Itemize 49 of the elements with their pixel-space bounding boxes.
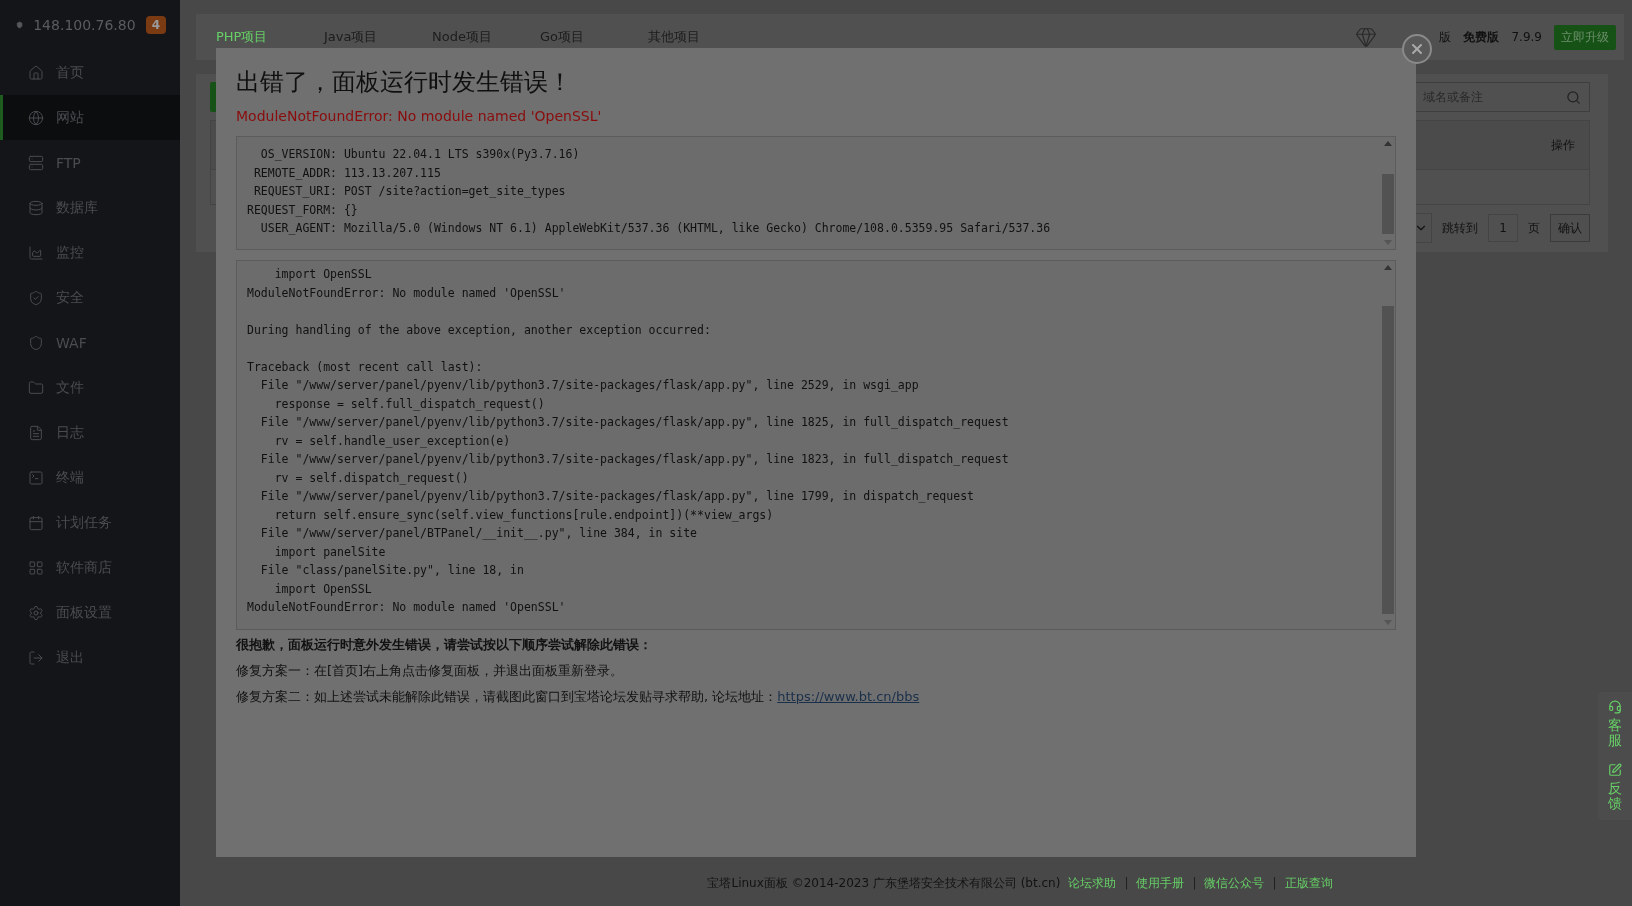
- link-separator: |: [1272, 876, 1277, 890]
- version-label: 7.9.9: [1511, 30, 1542, 44]
- log-line: File "/www/server/panel/pyenv/lib/python3.7/site-packages/flask/app.py", line 1825, in full_dispatch_request: [259, 414, 1010, 431]
- footer-link[interactable]: 使用手册: [1136, 874, 1185, 892]
- float-button[interactable]: 反馈: [1608, 762, 1622, 812]
- log-line: File "/www/server/panel/pyenv/lib/python3.7/site-packages/flask/app.py", line 1799, in dispatch_request: [259, 488, 975, 505]
- link-separator: |: [1124, 876, 1129, 890]
- edition-label: 免费版: [1463, 28, 1500, 46]
- link-separator: |: [1192, 876, 1197, 890]
- nav-item[interactable]: FTP: [0, 140, 180, 185]
- log-line: USER_AGENT: Mozilla/5.0 (Windows NT 6.1) AppleWebKit/537.36 (KHTML, like Gecko) Chrome/108.0.5359.95 Safari/537.36: [259, 220, 1052, 237]
- float-button[interactable]: 客服: [1608, 700, 1622, 749]
- log-line: OS_VERSION: Ubuntu 22.04.1 LTS s390x(Py3.7.16): [259, 146, 581, 163]
- log-line: import OpenSSL: [273, 266, 373, 283]
- nav-item[interactable]: 网站: [0, 95, 180, 140]
- log-line: return self.ensure_sync(self.view_functions[rule.endpoint])(**view_args): [273, 506, 775, 524]
- footer-link[interactable]: 微信公众号: [1204, 874, 1265, 892]
- forum-link[interactable]: https://www.bt.cn/bbs: [777, 689, 920, 704]
- server-address: 148.100.76.80: [33, 17, 136, 33]
- help-heading: 很抱歉，面板运行时意外发生错误，请尝试按以下顺序尝试解除此错误：: [236, 636, 653, 654]
- log-line: import panelSite: [273, 543, 387, 561]
- log-line: rv = self.handle_user_exception(e): [273, 432, 512, 450]
- log-line: File "/www/server/panel/pyenv/lib/python3.7/site-packages/flask/app.py", line 2529, in wsgi_app: [259, 377, 920, 394]
- notification-badge[interactable]: 4: [145, 16, 166, 34]
- page-unit: 页: [1528, 219, 1540, 237]
- footer-link[interactable]: 正版查询: [1284, 874, 1333, 892]
- log-line: REQUEST_FORM: {}: [247, 201, 359, 219]
- log-line: File "class/panelSite.py", line 18, in: [259, 562, 525, 579]
- upgrade-button[interactable]: 立即升级: [1554, 24, 1616, 50]
- error-message: ModuleNotFoundError: No module named 'OpenSSL': [236, 108, 603, 124]
- log-line: ModuleNotFoundError: No module named 'OpenSSL': [247, 284, 567, 302]
- log-line: Traceback (most recent call last):: [247, 358, 484, 376]
- log-line: response = self.full_dispatch_request(): [273, 395, 546, 413]
- dialog-title: 出错了，面板运行时发生错误！: [236, 67, 573, 98]
- log-line: import OpenSSL: [273, 580, 373, 598]
- footer-link[interactable]: 论坛求助: [1068, 874, 1117, 892]
- confirm-button[interactable]: 确认: [1550, 214, 1590, 242]
- log-line: rv = self.dispatch_request(): [273, 469, 470, 487]
- page-input[interactable]: 1: [1488, 214, 1518, 242]
- log-line: ModuleNotFoundError: No module named 'OpenSSL': [247, 599, 567, 616]
- log-line: File "/www/server/panel/BTPanel/__init__.py", line 384, in site: [259, 525, 699, 542]
- nav-item[interactable]: WAF: [0, 320, 180, 365]
- log-line: REQUEST_URI: POST /site?action=get_site_types: [252, 183, 567, 200]
- log-line: REMOTE_ADDR: 113.13.207.115: [252, 164, 442, 182]
- fix-text: 修复方案二：如上述尝试未能解除此错误，请截图此窗口到宝塔论坛发贴寻求帮助, 论坛地址：https://www.bt.cn/bbs: [236, 688, 921, 706]
- log-line: During handling of the above exception, another exception occurred:: [247, 321, 712, 339]
- log-line: File "/www/server/panel/pyenv/lib/python3.7/site-packages/flask/app.py", line 1823, in full_dispatch_request: [259, 451, 1010, 468]
- edition-label: 版: [1439, 28, 1452, 46]
- project-tab[interactable]: PHP项目: [216, 28, 312, 46]
